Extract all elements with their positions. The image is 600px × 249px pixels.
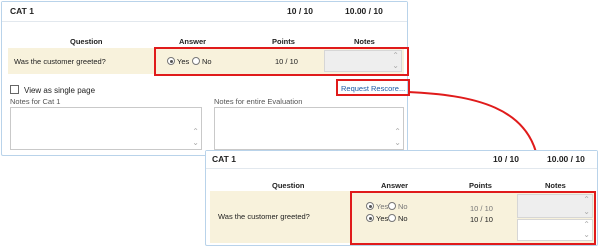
bottom-panel-header: CAT 1 10 / 10 10.00 / 10 bbox=[206, 151, 597, 169]
question-text: Was the customer greeted? bbox=[218, 212, 310, 221]
category-total: 10.00 / 10 bbox=[547, 154, 585, 164]
column-header-answer: Answer bbox=[381, 181, 409, 190]
category-title: CAT 1 bbox=[212, 154, 236, 164]
column-header-points: Points bbox=[469, 181, 492, 190]
column-header-question: Question bbox=[272, 181, 305, 190]
bottom-evaluation-panel: CAT 1 10 / 10 10.00 / 10 Question Answer… bbox=[205, 150, 598, 246]
highlight-rescore-row bbox=[350, 191, 596, 245]
category-score: 10 / 10 bbox=[493, 154, 519, 164]
column-header-notes: Notes bbox=[545, 181, 566, 190]
